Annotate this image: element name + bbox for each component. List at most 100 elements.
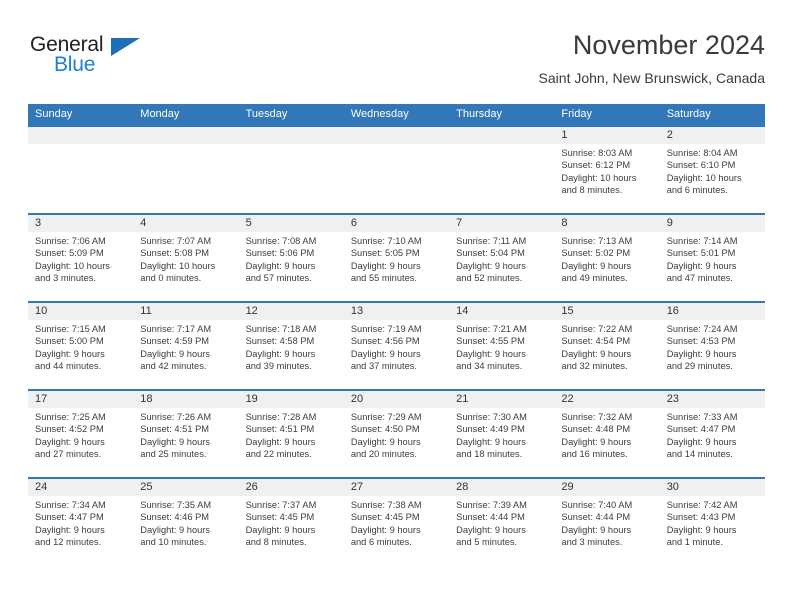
day-cell[interactable]: 21 Sunrise: 7:30 AM Sunset: 4:49 PM Dayligh… <box>449 391 555 477</box>
daylight-text-line1: Daylight: 9 hours <box>561 348 632 359</box>
sunset-text: Sunset: 5:09 PM <box>35 248 104 259</box>
day-cell[interactable] <box>238 127 344 213</box>
day-cell[interactable] <box>449 127 555 213</box>
generalblue-logo[interactable]: General Blue <box>30 34 150 86</box>
sunrise-text: Sunrise: 7:08 AM <box>245 236 317 246</box>
sunset-text: Sunset: 6:10 PM <box>666 160 736 171</box>
day-details: Sunrise: 8:03 AM Sunset: 6:12 PM Daylight:… <box>554 144 659 196</box>
day-cell[interactable]: 13 Sunrise: 7:19 AM Sunset: 4:56 PM Dayligh… <box>343 303 450 389</box>
sunrise-text: Sunrise: 7:30 AM <box>456 412 527 422</box>
day-details: Sunrise: 7:13 AM Sunset: 5:02 PM Daylight:… <box>554 232 659 284</box>
day-number: 13 <box>350 305 364 317</box>
day-cell[interactable]: 30 Sunrise: 7:42 AM Sunset: 4:43 PM Dayligh… <box>659 479 765 565</box>
day-cell[interactable] <box>343 127 450 213</box>
daylight-text-line1: Daylight: 9 hours <box>140 524 211 535</box>
day-cell[interactable]: 10 Sunrise: 7:15 AM Sunset: 5:00 PM Dayligh… <box>28 303 134 389</box>
sunset-text: Sunset: 4:44 PM <box>561 512 631 523</box>
day-details: Sunrise: 7:17 AM Sunset: 4:59 PM Daylight:… <box>133 320 238 372</box>
sunrise-text: Sunrise: 7:38 AM <box>350 500 422 510</box>
sunrise-text: Sunrise: 7:29 AM <box>350 412 422 422</box>
day-cell[interactable]: 16 Sunrise: 7:24 AM Sunset: 4:53 PM Dayligh… <box>659 303 765 389</box>
day-cell[interactable]: 11 Sunrise: 7:17 AM Sunset: 4:59 PM Dayligh… <box>133 303 239 389</box>
day-cell[interactable]: 23 Sunrise: 7:33 AM Sunset: 4:47 PM Dayligh… <box>659 391 765 477</box>
sunrise-text: Sunrise: 7:15 AM <box>35 324 106 334</box>
day-cell[interactable]: 5 Sunrise: 7:08 AM Sunset: 5:06 PM Daylight… <box>238 215 344 301</box>
day-cell[interactable] <box>133 127 239 213</box>
sunset-text: Sunset: 4:48 PM <box>561 424 631 435</box>
daylight-text-line2: and 52 minutes. <box>456 272 523 283</box>
week-row: 24 Sunrise: 7:34 AM Sunset: 4:47 PM Dayligh… <box>28 477 765 565</box>
sunset-text: Sunset: 4:45 PM <box>245 512 315 523</box>
day-cell[interactable]: 2 Sunrise: 8:04 AM Sunset: 6:10 PM Daylight… <box>659 127 765 213</box>
day-cell[interactable]: 26 Sunrise: 7:37 AM Sunset: 4:45 PM Dayligh… <box>238 479 344 565</box>
day-number: 15 <box>561 305 574 317</box>
day-cell[interactable]: 27 Sunrise: 7:38 AM Sunset: 4:45 PM Dayligh… <box>343 479 450 565</box>
day-cell[interactable]: 9 Sunrise: 7:14 AM Sunset: 5:01 PM Daylight… <box>659 215 765 301</box>
daylight-text-line2: and 42 minutes. <box>140 360 207 371</box>
day-cell[interactable]: 12 Sunrise: 7:18 AM Sunset: 4:58 PM Dayligh… <box>238 303 344 389</box>
day-details: Sunrise: 7:08 AM Sunset: 5:06 PM Daylight:… <box>239 232 344 284</box>
day-number: 27 <box>350 481 364 493</box>
sunrise-text: Sunrise: 7:33 AM <box>666 412 738 422</box>
day-cell[interactable]: 14 Sunrise: 7:21 AM Sunset: 4:55 PM Dayligh… <box>449 303 555 389</box>
daylight-text-line2: and 22 minutes. <box>245 448 312 459</box>
day-number: 6 <box>350 217 357 229</box>
day-details: Sunrise: 7:34 AM Sunset: 4:47 PM Daylight:… <box>28 496 133 548</box>
day-number: 3 <box>35 217 42 229</box>
daylight-text-line2: and 39 minutes. <box>245 360 312 371</box>
day-cell[interactable]: 29 Sunrise: 7:40 AM Sunset: 4:44 PM Dayligh… <box>554 479 660 565</box>
daylight-text-line2: and 14 minutes. <box>666 448 733 459</box>
day-cell[interactable]: 15 Sunrise: 7:22 AM Sunset: 4:54 PM Dayligh… <box>554 303 660 389</box>
day-cell[interactable]: 7 Sunrise: 7:11 AM Sunset: 5:04 PM Daylight… <box>449 215 555 301</box>
daylight-text-line2: and 34 minutes. <box>456 360 523 371</box>
daylight-text-line1: Daylight: 9 hours <box>35 348 105 359</box>
sunrise-text: Sunrise: 7:34 AM <box>35 500 106 510</box>
daylight-text-line1: Daylight: 9 hours <box>456 260 526 271</box>
sunset-text: Sunset: 5:01 PM <box>666 248 736 259</box>
day-cell[interactable]: 19 Sunrise: 7:28 AM Sunset: 4:51 PM Dayligh… <box>238 391 344 477</box>
day-details: Sunrise: 7:32 AM Sunset: 4:48 PM Daylight:… <box>554 408 659 460</box>
daylight-text-line1: Daylight: 9 hours <box>35 524 105 535</box>
day-cell[interactable]: 3 Sunrise: 7:06 AM Sunset: 5:09 PM Daylight… <box>28 215 134 301</box>
sunset-text: Sunset: 4:47 PM <box>666 424 736 435</box>
day-cell[interactable]: 22 Sunrise: 7:32 AM Sunset: 4:48 PM Dayligh… <box>554 391 660 477</box>
day-number: 19 <box>245 393 258 405</box>
day-cell[interactable]: 6 Sunrise: 7:10 AM Sunset: 5:05 PM Daylight… <box>343 215 450 301</box>
day-cell[interactable]: 1 Sunrise: 8:03 AM Sunset: 6:12 PM Daylight… <box>554 127 660 213</box>
daylight-text-line2: and 3 minutes. <box>35 272 96 283</box>
daylight-text-line1: Daylight: 9 hours <box>666 436 737 447</box>
sunrise-text: Sunrise: 7:19 AM <box>350 324 422 334</box>
triangle-icon <box>111 38 140 56</box>
day-details: Sunrise: 7:11 AM Sunset: 5:04 PM Daylight:… <box>449 232 554 284</box>
day-cell[interactable]: 4 Sunrise: 7:07 AM Sunset: 5:08 PM Daylight… <box>133 215 239 301</box>
daylight-text-line1: Daylight: 9 hours <box>245 436 316 447</box>
daylight-text-line1: Daylight: 10 hours <box>140 260 216 271</box>
sunset-text: Sunset: 4:51 PM <box>140 424 210 435</box>
day-cell[interactable]: 8 Sunrise: 7:13 AM Sunset: 5:02 PM Daylight… <box>554 215 660 301</box>
sunrise-text: Sunrise: 7:28 AM <box>245 412 317 422</box>
day-cell[interactable]: 25 Sunrise: 7:35 AM Sunset: 4:46 PM Dayligh… <box>133 479 239 565</box>
daylight-text-line2: and 6 minutes. <box>350 536 412 547</box>
sunrise-text: Sunrise: 7:24 AM <box>666 324 738 334</box>
day-number: 7 <box>456 217 463 229</box>
sunset-text: Sunset: 5:06 PM <box>245 248 315 259</box>
sunset-text: Sunset: 5:02 PM <box>561 248 631 259</box>
day-details: Sunrise: 7:15 AM Sunset: 5:00 PM Daylight:… <box>28 320 133 372</box>
sunset-text: Sunset: 4:55 PM <box>456 336 525 347</box>
weekday-header-thursday: Thursday <box>456 108 502 120</box>
day-cell[interactable]: 20 Sunrise: 7:29 AM Sunset: 4:50 PM Dayligh… <box>343 391 450 477</box>
day-cell[interactable]: 28 Sunrise: 7:39 AM Sunset: 4:44 PM Dayligh… <box>449 479 555 565</box>
day-number: 14 <box>456 305 469 317</box>
day-number: 25 <box>140 481 153 493</box>
day-cell[interactable] <box>28 127 134 213</box>
day-details: Sunrise: 7:06 AM Sunset: 5:09 PM Daylight:… <box>28 232 133 284</box>
day-cell[interactable]: 18 Sunrise: 7:26 AM Sunset: 4:51 PM Dayligh… <box>133 391 239 477</box>
day-cell[interactable]: 24 Sunrise: 7:34 AM Sunset: 4:47 PM Dayligh… <box>28 479 134 565</box>
sunrise-text: Sunrise: 7:13 AM <box>561 236 633 246</box>
day-details: Sunrise: 7:29 AM Sunset: 4:50 PM Daylight:… <box>344 408 449 460</box>
daylight-text-line2: and 29 minutes. <box>666 360 733 371</box>
sunset-text: Sunset: 4:53 PM <box>666 336 736 347</box>
day-details <box>28 144 133 147</box>
day-cell[interactable]: 17 Sunrise: 7:25 AM Sunset: 4:52 PM Dayligh… <box>28 391 134 477</box>
daylight-text-line1: Daylight: 9 hours <box>140 436 211 447</box>
